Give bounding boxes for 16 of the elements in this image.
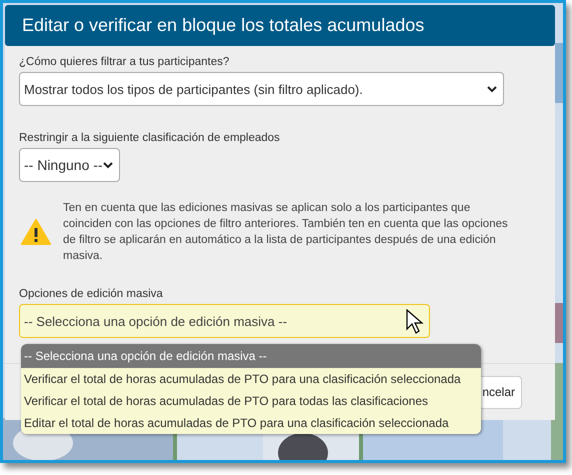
- dropdown-option[interactable]: Verificar el total de horas acumuladas de PTO para una clasificación seleccionada: [21, 368, 481, 390]
- notice-text: Ten en cuenta que las ediciones masivas se aplican solo a los participantes que coinciden con las opciones de filtro anteriores. También ten en cuenta que las opciones de filtro se aplicarán en automático a la lista de participantes después de una edición masiva.: [63, 201, 509, 264]
- field-label: Opciones de edición masiva: [19, 288, 164, 300]
- warning-icon: [21, 219, 51, 245]
- field-label: ¿Cómo quieres filtrar a tus participantes?: [19, 56, 230, 68]
- chevron-icon: [103, 162, 113, 168]
- bulk-edit-select[interactable]: -- Selecciona una opción de edición masiva --: [19, 304, 430, 338]
- field-label: Restringir a la siguiente clasificación de empleados: [19, 132, 281, 144]
- dialog-title: Editar o verificar en bloque los totales acumulados: [5, 5, 555, 46]
- chevron-icon: [487, 86, 497, 92]
- dropdown-option[interactable]: -- Selecciona una opción de edición masiva --: [21, 344, 481, 368]
- classification-select[interactable]: -- Ninguno --: [19, 148, 120, 182]
- dropdown-option[interactable]: Verificar el total de horas acumuladas de PTO para todas las clasificaciones: [21, 390, 481, 412]
- dropdown-option[interactable]: Editar el total de horas acumuladas de PTO para una clasificación seleccionada: [21, 412, 481, 434]
- cursor-icon: [406, 309, 424, 335]
- filter-select[interactable]: Mostrar todos los tipos de participantes (sin filtro aplicado).: [19, 72, 504, 106]
